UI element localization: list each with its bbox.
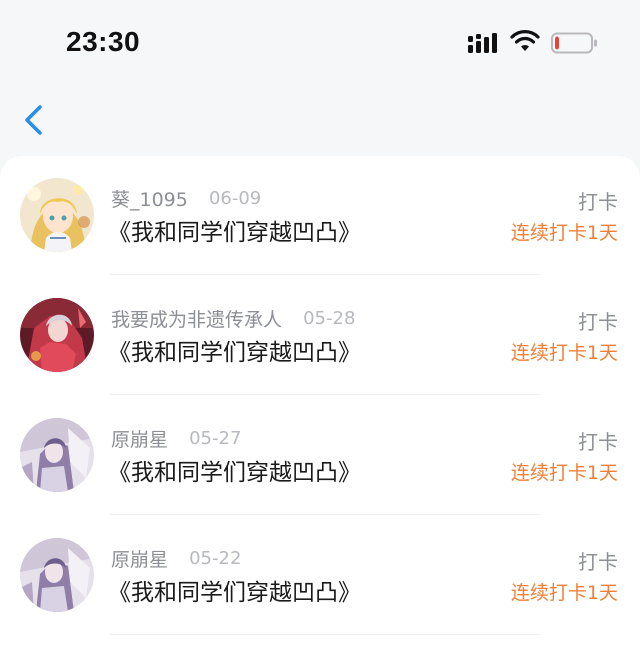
meta-line: 原崩星 05-22 bbox=[111, 545, 241, 571]
anime-girl-blonde-avatar bbox=[20, 178, 94, 252]
anime-character-lavender-avatar bbox=[20, 418, 94, 492]
checkin-action-label: 打卡 bbox=[578, 430, 618, 454]
user-avatar[interactable] bbox=[20, 538, 94, 612]
streak-label: 连续打卡1天 bbox=[510, 582, 618, 604]
streak-label: 连续打卡1天 bbox=[510, 222, 618, 244]
meta-line: 我要成为非遗传承人 05-28 bbox=[111, 305, 355, 331]
user-avatar[interactable] bbox=[20, 418, 94, 492]
list-item[interactable]: 我要成为非遗传承人 05-28 《我和同学们穿越凹凸》 打卡 连续打卡1天 bbox=[0, 276, 640, 395]
username[interactable]: 原崩星 bbox=[111, 549, 168, 571]
wifi-icon bbox=[510, 30, 540, 51]
battery-low-icon bbox=[551, 32, 597, 54]
checkin-action-label: 打卡 bbox=[578, 190, 618, 214]
meta-line: 原崩星 05-27 bbox=[111, 425, 241, 451]
checkin-action-label: 打卡 bbox=[578, 310, 618, 334]
cellular-signal-icon bbox=[468, 33, 497, 53]
navigation-bar bbox=[0, 80, 640, 154]
user-avatar[interactable] bbox=[20, 298, 94, 372]
anime-character-red-avatar bbox=[20, 298, 94, 372]
checkin-list: 葵_1095 06-09 《我和同学们穿越凹凸》 打卡 连续打卡1天 我要成为非… bbox=[0, 156, 640, 645]
checkin-date: 05-28 bbox=[303, 308, 356, 329]
checkin-date: 06-09 bbox=[208, 188, 262, 209]
book-title: 《我和同学们穿越凹凸》 bbox=[108, 220, 361, 246]
checkin-action-label: 打卡 bbox=[578, 550, 618, 574]
book-title: 《我和同学们穿越凹凸》 bbox=[108, 580, 361, 606]
checkin-date: 05-27 bbox=[189, 428, 242, 449]
divider bbox=[110, 514, 540, 515]
streak-label: 连续打卡1天 bbox=[510, 462, 618, 484]
book-title: 《我和同学们穿越凹凸》 bbox=[108, 460, 361, 486]
checkin-date: 05-22 bbox=[189, 548, 242, 569]
divider bbox=[110, 634, 540, 635]
chevron-left-icon bbox=[25, 105, 42, 135]
book-title: 《我和同学们穿越凹凸》 bbox=[108, 340, 361, 366]
meta-line: 葵_1095 06-09 bbox=[111, 185, 261, 211]
list-item[interactable]: 葵_1095 06-09 《我和同学们穿越凹凸》 打卡 连续打卡1天 bbox=[0, 156, 640, 275]
checkin-records-page: 23:30 葵_1095 06-09 《我和同学们穿越凹凸》 打卡 连续打卡1天… bbox=[0, 0, 640, 645]
status-bar: 23:30 bbox=[0, 0, 640, 80]
back-button[interactable] bbox=[18, 100, 54, 140]
username[interactable]: 原崩星 bbox=[111, 429, 168, 451]
divider bbox=[110, 394, 540, 395]
list-item[interactable]: 原崩星 05-22 《我和同学们穿越凹凸》 打卡 连续打卡1天 bbox=[0, 516, 640, 635]
username[interactable]: 葵_1095 bbox=[111, 189, 188, 211]
streak-label: 连续打卡1天 bbox=[510, 342, 618, 364]
divider bbox=[110, 274, 540, 275]
anime-character-lavender-avatar bbox=[20, 538, 94, 612]
username[interactable]: 我要成为非遗传承人 bbox=[111, 309, 282, 331]
list-item[interactable]: 原崩星 05-27 《我和同学们穿越凹凸》 打卡 连续打卡1天 bbox=[0, 396, 640, 515]
user-avatar[interactable] bbox=[20, 178, 94, 252]
status-time: 23:30 bbox=[66, 26, 141, 57]
